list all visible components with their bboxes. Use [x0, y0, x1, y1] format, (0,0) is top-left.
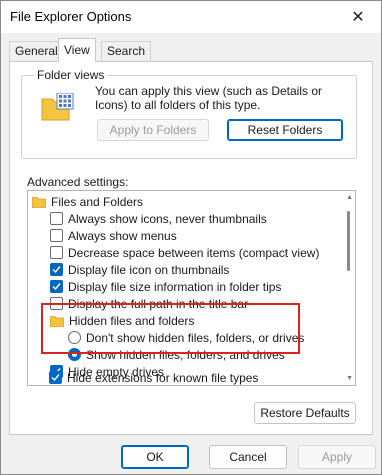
list-item-label: Display the full path in the title bar [68, 296, 249, 311]
tab-general[interactable]: General [9, 41, 64, 61]
apply-to-folders-button[interactable]: Apply to Folders [97, 119, 209, 141]
checkmark-icon [51, 374, 60, 382]
scrollbar[interactable]: ▲ ▼ [341, 191, 355, 385]
list-item-label: Display file icon on thumbnails [68, 262, 230, 277]
checkbox-unchecked[interactable] [50, 212, 63, 225]
window-title: File Explorer Options [10, 9, 132, 24]
list-item-label: Decrease space between items (compact vi… [68, 245, 320, 260]
folder-icon [50, 315, 64, 327]
checkmark-icon [52, 283, 61, 291]
folder-view-icon [41, 93, 74, 121]
checkbox-unchecked[interactable] [50, 297, 63, 310]
radio-unselected[interactable] [68, 331, 81, 344]
list-item-label: Hidden files and folders [69, 313, 195, 328]
checkbox-checked[interactable] [50, 280, 63, 293]
close-button[interactable]: ✕ [335, 1, 381, 33]
option-display-file-size[interactable]: Display file size information in folder … [50, 278, 355, 295]
reset-folders-button[interactable]: Reset Folders [227, 119, 343, 141]
advanced-settings-list[interactable]: Files and Folders Always show icons, nev… [27, 190, 356, 386]
checkbox-checked[interactable] [49, 371, 62, 384]
folder-icon [32, 196, 46, 208]
close-icon: ✕ [351, 9, 365, 26]
list-item-label: Always show menus [68, 228, 177, 243]
tab-search[interactable]: Search [101, 41, 152, 61]
list-item-label: Display file size information in folder … [68, 279, 282, 294]
advanced-settings-label: Advanced settings: [27, 175, 129, 189]
tree-folder-hidden-files: Hidden files and folders [50, 312, 355, 329]
file-explorer-options-window: File Explorer Options ✕ General View Sea… [0, 0, 382, 475]
option-dont-show-hidden[interactable]: Don't show hidden files, folders, or dri… [68, 329, 355, 346]
scroll-down-icon[interactable]: ▼ [346, 375, 353, 382]
checkmark-icon [52, 266, 61, 274]
option-display-full-path[interactable]: Display the full path in the title bar [50, 295, 355, 312]
folder-views-description: You can apply this view (such as Details… [95, 84, 323, 112]
checkbox-checked[interactable] [50, 263, 63, 276]
list-item-label: Don't show hidden files, folders, or dri… [86, 330, 305, 345]
folder-views-label: Folder views [34, 68, 108, 82]
cancel-button[interactable]: Cancel [209, 445, 287, 469]
tree-folder-files-and-folders: Files and Folders [32, 193, 342, 210]
checkbox-unchecked[interactable] [50, 229, 63, 242]
tab-view[interactable]: View [58, 38, 96, 62]
option-display-file-icon[interactable]: Display file icon on thumbnails [50, 261, 355, 278]
list-item-label: Always show icons, never thumbnails [68, 211, 267, 226]
option-hide-extensions[interactable]: Hide extensions for known file types [49, 369, 339, 386]
restore-defaults-button[interactable]: Restore Defaults [254, 402, 356, 424]
option-always-show-icons[interactable]: Always show icons, never thumbnails [50, 210, 355, 227]
scroll-up-icon[interactable]: ▲ [346, 194, 353, 201]
checkbox-unchecked[interactable] [50, 246, 63, 259]
ok-button[interactable]: OK [121, 445, 189, 469]
title-bar: File Explorer Options ✕ [1, 1, 381, 33]
list-item-label: Hide extensions for known file types [67, 370, 259, 385]
scroll-thumb[interactable] [347, 211, 350, 271]
option-always-show-menus[interactable]: Always show menus [50, 227, 355, 244]
apply-button[interactable]: Apply [298, 445, 376, 469]
list-item-label: Files and Folders [51, 194, 144, 209]
option-decrease-space[interactable]: Decrease space between items (compact vi… [50, 244, 355, 261]
